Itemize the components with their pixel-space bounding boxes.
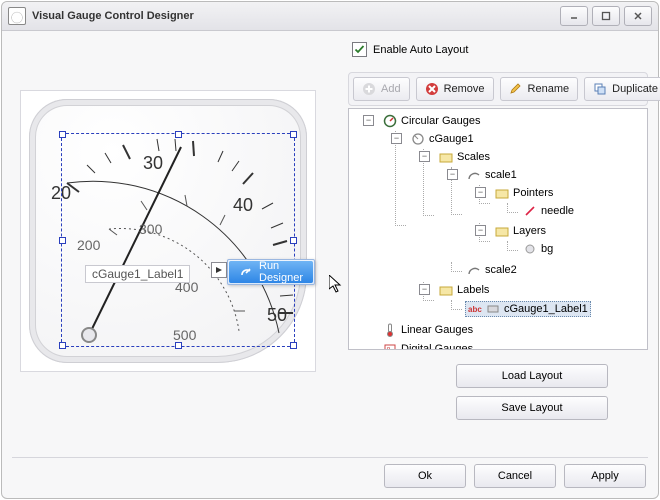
ok-button[interactable]: Ok (384, 464, 466, 488)
abc-icon: abc (468, 302, 482, 316)
digital-icon: 8 (383, 342, 397, 350)
app-icon (8, 7, 26, 25)
load-layout-button[interactable]: Load Layout (456, 364, 608, 388)
expander-icon[interactable]: − (391, 133, 402, 144)
save-layout-button[interactable]: Save Layout (456, 396, 608, 420)
tree-node-scales[interactable]: Scales (437, 150, 492, 164)
tree-node-scale1[interactable]: scale1 (465, 168, 519, 182)
remove-icon (425, 82, 439, 96)
remove-button[interactable]: Remove (416, 77, 494, 101)
svg-text:abc: abc (468, 305, 482, 314)
duplicate-icon (593, 82, 607, 96)
tree-node-labels[interactable]: Labels (437, 283, 491, 297)
tree-node-cgauge1[interactable]: cGauge1 (409, 132, 476, 146)
rename-button[interactable]: Rename (500, 77, 579, 101)
structure-tree[interactable]: − Circular Gauges − cGauge1 − Scales − s… (348, 108, 648, 350)
label-icon (486, 302, 500, 316)
tree-node-circular-gauges[interactable]: Circular Gauges (381, 114, 482, 128)
smart-tag-menu: Run Designer (227, 259, 315, 285)
gauge-icon (383, 114, 397, 128)
window-title: Visual Gauge Control Designer (32, 10, 194, 22)
thermometer-icon (383, 323, 397, 337)
close-button[interactable] (624, 6, 652, 26)
apply-button[interactable]: Apply (564, 464, 646, 488)
expander-icon[interactable]: − (419, 151, 430, 162)
tree-node-scale2[interactable]: scale2 (465, 263, 519, 277)
duplicate-button[interactable]: Duplicate (584, 77, 660, 101)
designer-icon (239, 265, 253, 279)
svg-text:8: 8 (387, 347, 391, 350)
designer-window: Visual Gauge Control Designer Enable Aut… (1, 1, 659, 499)
tree-node-cgauge1-label1[interactable]: abccGauge1_Label1 (465, 301, 591, 317)
cancel-button[interactable]: Cancel (474, 464, 556, 488)
folder-icon (495, 186, 509, 200)
arc-icon (467, 168, 481, 182)
tree-node-linear-gauges[interactable]: Linear Gauges (381, 323, 475, 337)
selection-box[interactable] (61, 133, 295, 347)
tree-node-digital-gauges[interactable]: 8Digital Gauges (381, 342, 475, 350)
auto-layout-checkbox[interactable] (352, 42, 367, 57)
tree-node-bg[interactable]: bg (521, 242, 555, 256)
toolbar: Add Remove Rename Duplicate (348, 72, 648, 106)
titlebar: Visual Gauge Control Designer (2, 2, 658, 31)
tree-node-needle[interactable]: needle (521, 204, 576, 218)
separator (12, 457, 648, 458)
gauge-label[interactable]: cGauge1_Label1 (85, 265, 190, 283)
folder-icon (495, 224, 509, 238)
plus-icon (362, 82, 376, 96)
expander-icon[interactable]: − (475, 187, 486, 198)
arc-icon (467, 263, 481, 277)
expander-icon[interactable]: − (419, 284, 430, 295)
gauge-preview[interactable]: 20 30 40 50 200 300 400 500 cGauge1_Labe… (20, 90, 316, 372)
folder-icon (439, 150, 453, 164)
expander-icon[interactable]: − (363, 115, 374, 126)
expander-icon[interactable]: − (447, 169, 458, 180)
pencil-icon (509, 82, 523, 96)
circle-icon (523, 242, 537, 256)
needle-icon (523, 204, 537, 218)
auto-layout-label: Enable Auto Layout (373, 44, 468, 56)
minimize-button[interactable] (560, 6, 588, 26)
run-designer-item[interactable]: Run Designer (229, 261, 313, 283)
tree-node-layers[interactable]: Layers (493, 224, 548, 238)
add-button[interactable]: Add (353, 77, 410, 101)
tree-node-pointers[interactable]: Pointers (493, 186, 555, 200)
gauge-small-icon (411, 132, 425, 146)
expander-icon[interactable]: − (475, 225, 486, 236)
smart-tag-button[interactable] (211, 262, 227, 278)
auto-layout-row: Enable Auto Layout (352, 42, 468, 57)
cursor-icon (329, 275, 343, 295)
maximize-button[interactable] (592, 6, 620, 26)
folder-icon (439, 283, 453, 297)
